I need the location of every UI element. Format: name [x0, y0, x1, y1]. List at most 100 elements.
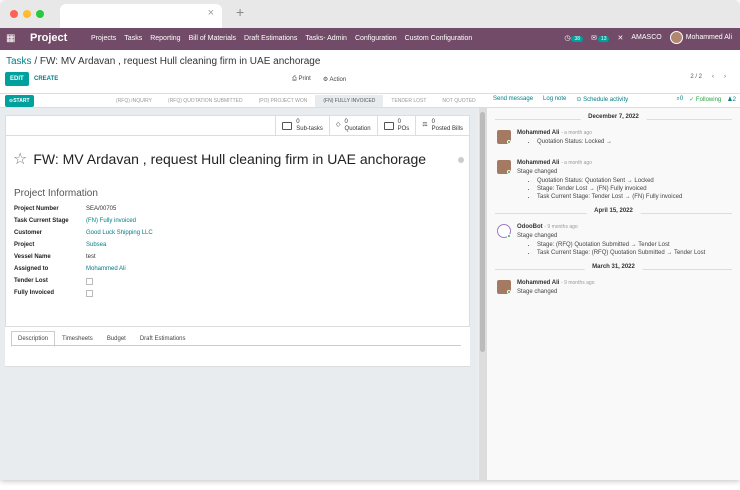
stage-rfq-quotation-submitted[interactable]: (RFQ) QUOTATION SUBMITTED [160, 98, 251, 107]
customer-value[interactable]: Good Luck Shipping LLC [86, 230, 153, 236]
activity-button[interactable]: ◷ 38 [564, 34, 584, 42]
browser-chrome: × + [0, 0, 740, 28]
pager-next-icon[interactable]: › [724, 74, 726, 80]
project-number-value: SEA/00705 [86, 206, 117, 212]
attachments-button[interactable]: ⌕0 [676, 96, 683, 103]
schedule-label: Schedule activity [583, 97, 629, 103]
field-customer: Customer Good Luck Shipping LLC [14, 227, 153, 239]
menu-tasks[interactable]: Tasks [124, 35, 142, 42]
attachments-count: 0 [679, 96, 684, 102]
apps-grid-icon[interactable]: ▦ [6, 34, 15, 44]
quotation-smart-button[interactable]: ◇ 0 Quotation [328, 116, 377, 135]
print-dropdown[interactable]: ⎙ Print [292, 76, 311, 83]
check-icon: ✓ [689, 97, 696, 103]
form-view: 0 Sub-tasks ◇ 0 Quotation 0 POs ⚖ 0 Posted Bil… [0, 108, 478, 480]
debug-tools-icon[interactable]: ✕ [617, 34, 623, 42]
follow-controls: ⌕0 ✓ Following ♟2 [676, 96, 736, 103]
menu-tasks-admin[interactable]: Tasks- Admin [305, 35, 347, 42]
field-vessel-name: Vessel Name test [14, 251, 153, 263]
menu-reporting[interactable]: Reporting [150, 35, 180, 42]
task-current-stage-value[interactable]: (FN) Fully invoiced [86, 218, 136, 224]
star-icon[interactable]: ☆ [13, 149, 27, 169]
menu-bill-of-materials[interactable]: Bill of Materials [189, 35, 236, 42]
field-assigned-to: Assigned to Mohammed Ali [14, 263, 153, 275]
assigned-to-value[interactable]: Mohammed Ali [86, 266, 126, 272]
close-tab-icon[interactable]: × [208, 7, 214, 19]
company-switcher[interactable]: AMASCO [631, 34, 661, 41]
vessel-name-label: Vessel Name [14, 254, 51, 260]
tender-lost-checkbox[interactable] [86, 277, 93, 285]
smart-button-box: 0 Sub-tasks ◇ 0 Quotation 0 POs ⚖ 0 Posted Bil… [6, 116, 469, 136]
create-button[interactable]: CREATE [34, 76, 58, 82]
assigned-to-label: Assigned to [14, 266, 49, 272]
action-label: Action [329, 77, 347, 83]
breadcrumb-parent[interactable]: Tasks [6, 56, 32, 67]
action-dropdown[interactable]: ⚙ Action [323, 76, 346, 83]
message-count-badge: 13 [597, 35, 610, 42]
date-label: April 15, 2022 [586, 208, 641, 214]
message-body: Stage changed [517, 289, 558, 295]
project-value[interactable]: Subsea [86, 242, 106, 248]
project-label: Project [14, 242, 35, 248]
tracking-line: Task Current Stage: Tender Lost → (FN) F… [537, 194, 732, 200]
send-message-button[interactable]: Send message [493, 96, 533, 103]
user-menu[interactable]: Mohammed Ali [669, 31, 732, 44]
message-author[interactable]: Mohammed Ali [517, 280, 559, 286]
pos-label: POs [397, 125, 410, 132]
edit-button[interactable]: EDIT [5, 72, 29, 86]
log-note-button[interactable]: Log note [543, 96, 566, 103]
tracking-line: Stage: (RFQ) Quotation Submitted → Tende… [537, 242, 732, 248]
message-time: - a month ago [561, 160, 592, 166]
pager-previous-icon[interactable]: ‹ [712, 74, 714, 80]
subtasks-smart-button[interactable]: 0 Sub-tasks [275, 116, 329, 135]
chatter-message: Mohammed Ali - 9 months ago Stage change… [487, 280, 732, 302]
posted-bills-count: 0 [431, 118, 435, 125]
maximize-window-button[interactable] [36, 10, 44, 18]
following-button[interactable]: ✓ Following [689, 96, 721, 103]
tasks-icon [282, 121, 293, 130]
stage-po-project-won[interactable]: (PO) PROJECT WON [251, 98, 316, 107]
app-brand[interactable]: Project [30, 32, 67, 44]
tracking-line: Task Current Stage: (RFQ) Quotation Subm… [537, 250, 732, 256]
browser-tab[interactable]: × [60, 4, 222, 28]
tracking-list: Quotation Status: Quotation Sent → Locke… [537, 178, 732, 200]
menu-draft-estimations[interactable]: Draft Estimations [244, 35, 297, 42]
menu-configuration[interactable]: Configuration [355, 35, 397, 42]
task-title[interactable]: FW: MV Ardavan , request Hull cleaning f… [33, 151, 426, 167]
date-label: December 7, 2022 [580, 114, 647, 120]
pos-smart-button[interactable]: 0 POs [376, 116, 416, 135]
menu-projects[interactable]: Projects [91, 35, 116, 42]
fully-invoiced-checkbox[interactable] [86, 289, 93, 297]
posted-bills-label: Posted Bills [431, 125, 463, 132]
stage-rfq-inquiry[interactable]: (RFQ) INQUIRY [108, 98, 160, 107]
chatter-panel: December 7, 2022 Mohammed Ali - a month … [486, 108, 740, 480]
message-author[interactable]: OdooBot [517, 224, 543, 230]
form-notebook: Description Timesheets Budget Draft Esti… [5, 326, 470, 366]
pager-value[interactable]: 2 / 2 [690, 74, 702, 80]
posted-bills-smart-button[interactable]: ⚖ 0 Posted Bills [415, 116, 469, 135]
message-author[interactable]: Mohammed Ali [517, 130, 559, 136]
message-time: - 9 months ago [561, 280, 595, 286]
project-number-label: Project Number [14, 206, 59, 212]
minimize-window-button[interactable] [23, 10, 31, 18]
print-label: Print [298, 76, 311, 82]
field-tender-lost: Tender Lost [14, 275, 153, 287]
start-timer-button[interactable]: ⊙START [5, 95, 34, 107]
messages-button[interactable]: ✉ 13 [591, 34, 610, 42]
message-author[interactable]: Mohammed Ali [517, 160, 559, 166]
kanban-state-dot[interactable] [458, 157, 464, 163]
project-fields: Project Number SEA/00705 Task Current Sta… [14, 203, 153, 299]
chatter-message: OdooBot - 9 months ago Stage changed Sta… [487, 224, 732, 256]
stage-not-quoted[interactable]: NOT QUOTED [434, 98, 483, 107]
user-name: Mohammed Ali [685, 34, 732, 41]
schedule-activity-button[interactable]: ⊙ Schedule activity [576, 96, 628, 103]
close-window-button[interactable] [10, 10, 18, 18]
stage-tender-lost[interactable]: TENDER LOST [383, 98, 434, 107]
stage-pipeline: (RFQ) INQUIRY (RFQ) QUOTATION SUBMITTED … [108, 95, 484, 107]
followers-button[interactable]: ♟2 [727, 96, 736, 103]
new-tab-icon[interactable]: + [236, 4, 244, 20]
stage-fn-fully-invoiced[interactable]: (FN) FULLY INVOICED [315, 95, 384, 107]
scrollbar-thumb[interactable] [480, 112, 485, 352]
menu-custom-configuration[interactable]: Custom Configuration [405, 35, 473, 42]
quotation-count: 0 [344, 118, 348, 125]
